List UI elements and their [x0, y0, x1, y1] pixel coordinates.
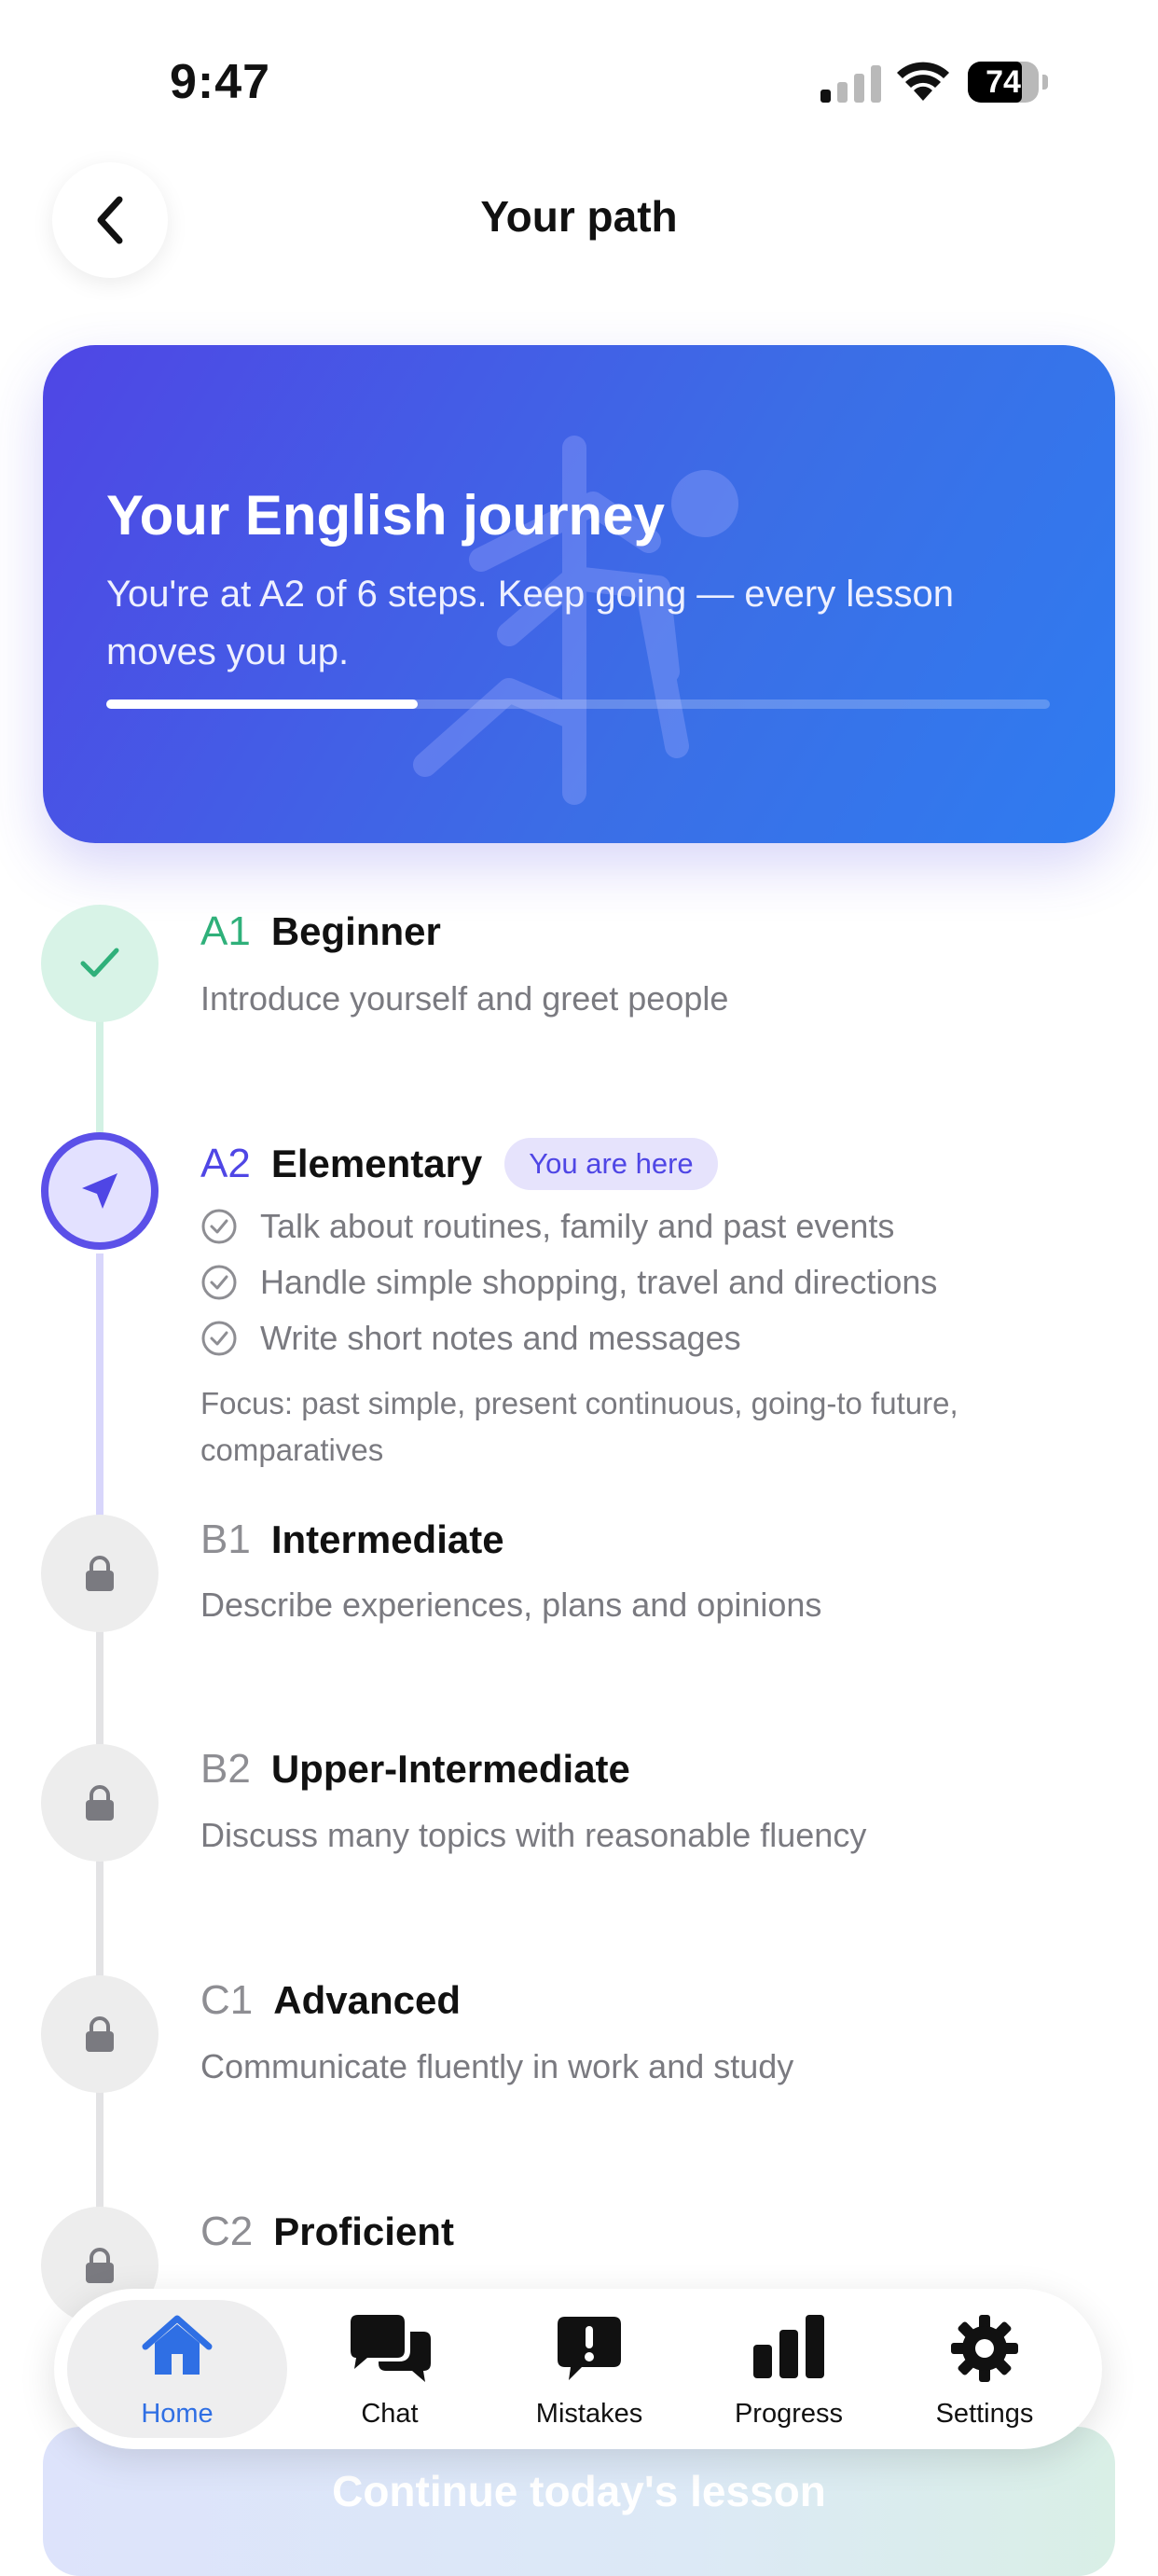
step-a2-header[interactable]: A2 Elementary You are here: [200, 1138, 718, 1190]
step-b2-node: [41, 1744, 159, 1862]
lock-icon: [86, 1556, 114, 1591]
lock-icon: [86, 2248, 114, 2283]
tab-label: Settings: [935, 2399, 1034, 2429]
step-level: Beginner: [270, 909, 441, 953]
step-level: Intermediate: [270, 1517, 504, 1561]
step-a2-goal: Write short notes and messages: [200, 1319, 741, 1358]
step-code: C2: [200, 2209, 254, 2254]
step-a1-node: [41, 905, 159, 1022]
tab-progress[interactable]: Progress: [679, 2300, 899, 2438]
step-b2-description: Discuss many topics with reasonable flue…: [200, 1816, 867, 1854]
step-code: C1: [200, 1977, 254, 2023]
tab-settings[interactable]: Settings: [875, 2300, 1095, 2438]
tab-label: Home: [141, 2399, 214, 2429]
battery-indicator: 74: [968, 62, 1048, 104]
journey-subtitle: You're at A2 of 6 steps. Keep going — ev…: [106, 574, 954, 672]
step-c1-header[interactable]: C1 Advanced: [200, 1977, 461, 2024]
step-b1-description: Describe experiences, plans and opinions: [200, 1586, 822, 1624]
step-code: B1: [200, 1517, 251, 1562]
tab-bar: Home Chat Mistakes Progress Settings: [54, 2289, 1102, 2449]
path-line-done: [96, 1018, 103, 1140]
lock-icon: [86, 2016, 114, 2052]
step-level: Upper-Intermediate: [270, 1747, 630, 1791]
goal-text: Handle simple shopping, travel and direc…: [260, 1263, 938, 1301]
continue-lesson-label: Continue today's lesson: [332, 2467, 826, 2515]
step-code: A1: [200, 908, 251, 954]
check-circle-icon: [201, 1265, 237, 1300]
wifi-icon: [897, 62, 949, 101]
home-icon: [142, 2315, 213, 2375]
mistakes-icon: [558, 2317, 621, 2380]
step-b1-node: [41, 1515, 159, 1632]
journey-progress-track: [106, 699, 1050, 709]
step-a2-goal: Talk about routines, family and past eve…: [200, 1207, 894, 1246]
status-bar: 9:47 74: [0, 0, 1158, 140]
goal-text: Talk about routines, family and past eve…: [260, 1207, 895, 1245]
step-a2-goal: Handle simple shopping, travel and direc…: [200, 1263, 937, 1302]
settings-icon: [951, 2315, 1018, 2382]
step-c1-description: Communicate fluently in work and study: [200, 2047, 794, 2085]
lock-icon: [86, 1785, 114, 1821]
tab-home[interactable]: Home: [67, 2300, 287, 2438]
journey-card: Your English journey You're at A2 of 6 s…: [43, 345, 1115, 843]
tab-label: Progress: [734, 2399, 844, 2429]
tab-mistakes[interactable]: Mistakes: [479, 2300, 699, 2438]
step-code: A2: [200, 1141, 251, 1186]
navigation-arrow-icon: [82, 1173, 117, 1209]
cellular-signal-icon: [820, 65, 881, 103]
tab-label: Chat: [361, 2399, 419, 2429]
step-c1-node: [41, 1975, 159, 2093]
battery-percent: 74: [986, 64, 1021, 100]
step-level: Elementary: [270, 1142, 483, 1185]
tab-chat[interactable]: Chat: [280, 2300, 500, 2438]
checkmark-icon: [80, 948, 119, 977]
path-line-current: [96, 1253, 103, 1517]
step-b2-header[interactable]: B2 Upper-Intermediate: [200, 1746, 630, 1793]
page-title: Your path: [480, 192, 678, 241]
journey-progress-fill: [106, 699, 418, 709]
chat-icon: [351, 2315, 431, 2382]
path-line-locked: [96, 1628, 103, 2225]
goal-text: Write short notes and messages: [260, 1319, 741, 1357]
step-level: Proficient: [273, 2209, 454, 2253]
tab-label: Mistakes: [535, 2399, 643, 2429]
step-code: B2: [200, 1746, 251, 1792]
step-a2-node: [41, 1132, 159, 1250]
continue-lesson-button[interactable]: Continue today's lesson: [43, 2427, 1115, 2576]
step-c2-header[interactable]: C2 Proficient: [200, 2209, 454, 2255]
status-time: 9:47: [170, 55, 271, 109]
step-level: Advanced: [273, 1978, 461, 2022]
you-are-here-badge: You are here: [504, 1138, 718, 1190]
progress-icon: [753, 2315, 824, 2378]
check-circle-icon: [201, 1209, 237, 1244]
check-circle-icon: [201, 1321, 237, 1356]
step-a1-header[interactable]: A1 Beginner: [200, 908, 441, 955]
step-b1-header[interactable]: B1 Intermediate: [200, 1517, 504, 1563]
step-a2-focus: Focus: past simple, present continuous, …: [200, 1386, 958, 1467]
step-a1-description: Introduce yourself and greet people: [200, 979, 729, 1018]
journey-title: Your English journey: [106, 484, 665, 547]
